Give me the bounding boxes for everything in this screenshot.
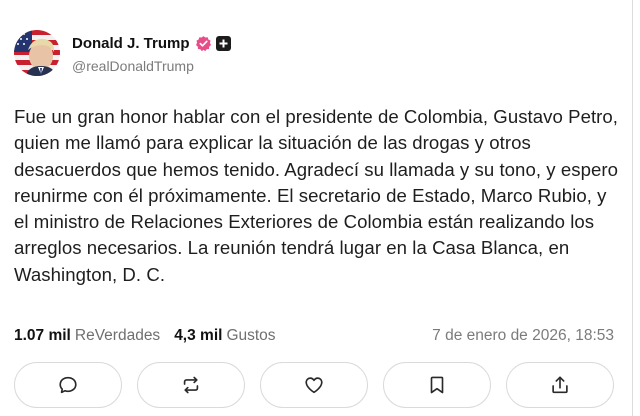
post-timestamp[interactable]: 7 de enero de 2026, 18:53: [432, 327, 614, 345]
author-handle[interactable]: @realDonaldTrump: [72, 58, 231, 74]
bookmark-button[interactable]: [383, 362, 491, 408]
likes-label[interactable]: Gustos: [226, 327, 275, 345]
like-icon: [305, 377, 323, 394]
repost-icon: [183, 376, 199, 394]
post-card: Donald J. Trump @realDonaldTrump Fue un …: [0, 0, 633, 416]
name-row: Donald J. Trump: [72, 32, 231, 54]
plus-badge-icon: [215, 35, 231, 51]
post-header: Donald J. Trump @realDonaldTrump: [14, 30, 231, 76]
author-name[interactable]: Donald J. Trump: [72, 35, 190, 52]
share-button[interactable]: [506, 362, 614, 408]
action-bar: [14, 362, 614, 408]
verified-badge-icon: [195, 35, 212, 52]
likes-count[interactable]: 4,3 mil: [174, 327, 222, 345]
post-body-text: Fue un gran honor hablar con el presiden…: [14, 106, 619, 285]
avatar[interactable]: [14, 30, 60, 76]
reposts-label[interactable]: ReVerdades: [75, 327, 160, 345]
reply-button[interactable]: [14, 362, 122, 408]
like-button[interactable]: [260, 362, 368, 408]
avatar-image: [14, 30, 60, 76]
author-identity: Donald J. Trump @realDonaldTrump: [72, 32, 231, 74]
reply-icon: [59, 376, 77, 394]
post-stats: 1.07 mil ReVerdades 4,3 mil Gustos 7 de …: [14, 325, 614, 347]
bookmark-icon: [430, 376, 444, 394]
reposts-count[interactable]: 1.07 mil: [14, 327, 71, 345]
share-icon: [552, 376, 568, 394]
repost-button[interactable]: [137, 362, 245, 408]
